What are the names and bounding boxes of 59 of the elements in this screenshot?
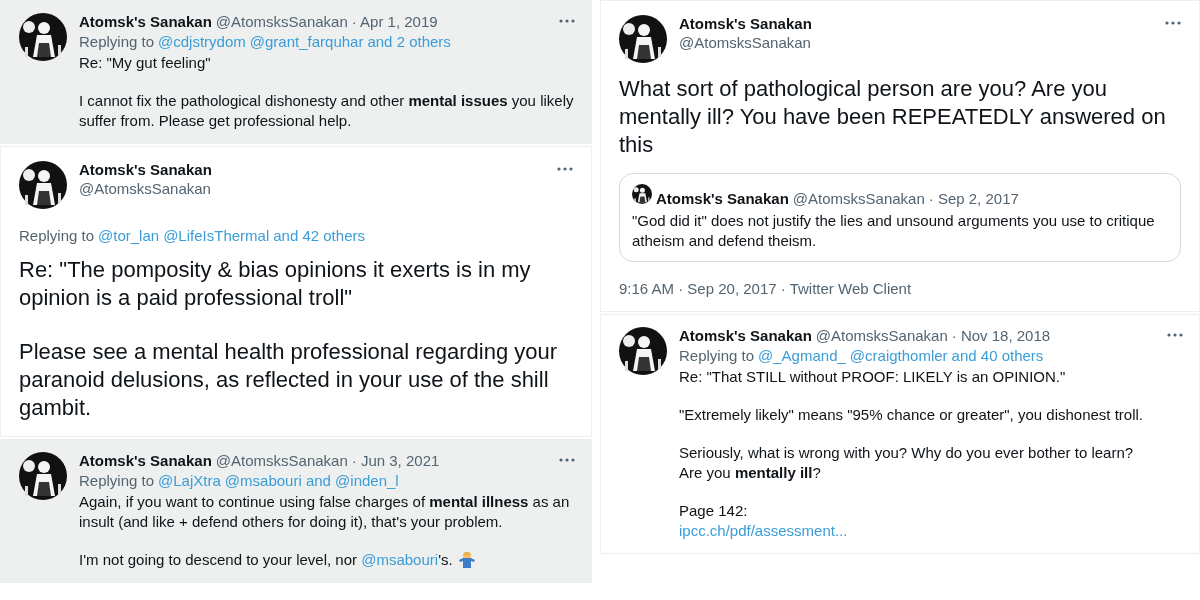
tweet-text: "Extremely likely" means "95% chance or greater", you dishonest troll.: [679, 405, 1144, 425]
avatar: [19, 13, 67, 61]
tweet-date[interactable]: · Apr 1, 2019: [351, 13, 438, 30]
quoted-tweet[interactable]: Atomsk's Sanakan @AtomsksSanakan · Sep 2, 2017 "God did it" does not justify the lies and unsound arguments you use to critique atheism and defend theism.: [619, 173, 1181, 262]
tweet-text: Re: "The pomposity & bias opinions it exerts is in my opinion is a paid professional troll": [19, 256, 532, 312]
mention-link[interactable]: and 42 others: [273, 227, 365, 244]
tweet-text: I cannot fix the pathological dishonesty and other mental issues you likely suffer from. Please get professional help.: [79, 91, 575, 131]
tweet-date[interactable]: · Nov 18, 2018: [951, 327, 1051, 344]
tweet-text: I'm not going to descend to your level, nor @msabouri's.: [79, 550, 575, 570]
author-name[interactable]: Atomsk's Sanakan: [679, 15, 812, 32]
mention-link[interactable]: @grant_farquhar: [249, 33, 364, 50]
shrugging-person-icon: [457, 550, 476, 568]
author-name[interactable]: Atomsk's Sanakan: [79, 452, 212, 469]
mention-link[interactable]: and 2 others: [367, 33, 451, 50]
link[interactable]: @msabouri: [361, 551, 439, 568]
author-name[interactable]: Atomsk's Sanakan: [656, 190, 789, 207]
tweet-text: Again, if you want to continue using false charges of mental illness as an insult (and like + defend others for doing it), that's your problem.: [79, 492, 571, 532]
author-handle: @AtomsksSanakan: [79, 180, 212, 197]
mention-link[interactable]: @msabouri and @inden_l: [224, 472, 399, 489]
author-name[interactable]: Atomsk's Sanakan: [679, 327, 812, 344]
more-options-icon[interactable]: [559, 19, 575, 23]
tweet-text: Seriously, what is wrong with you? Why do you ever bother to learn? Are you mentally ill?: [679, 443, 1135, 483]
author-handle: @AtomsksSanakan: [792, 190, 925, 207]
author-handle: @AtomsksSanakan: [215, 13, 348, 30]
avatar: [619, 15, 667, 63]
tweet-text: Re: "My gut feeling": [79, 53, 212, 73]
more-options-icon[interactable]: [559, 458, 575, 462]
author-name[interactable]: Atomsk's Sanakan: [79, 13, 212, 30]
replying-label: Replying to: [19, 227, 95, 244]
tweet-text: What sort of pathological person are you? Are you mentally ill? You have been REPEATEDLY answered on this: [619, 75, 1167, 159]
replying-label: Replying to: [79, 472, 155, 489]
replying-label: Replying to: [679, 347, 755, 364]
mention-link[interactable]: and 40 others: [951, 347, 1044, 364]
tweet-text: Page 142: ipcc.ch/pdf/assessment...: [679, 501, 849, 541]
mention-link[interactable]: @cdjstrydom: [158, 33, 246, 50]
mention-link[interactable]: @_Agmand_: [758, 347, 846, 364]
more-options-icon[interactable]: [557, 167, 573, 171]
avatar: [19, 452, 67, 500]
author-handle: @AtomsksSanakan: [815, 327, 948, 344]
author-handle: @AtomsksSanakan: [215, 452, 348, 469]
avatar: [619, 327, 667, 375]
mention-link[interactable]: @tor_lan: [98, 227, 160, 244]
author-handle: @AtomsksSanakan: [679, 34, 812, 51]
tweet-date[interactable]: · Sep 2, 2017: [928, 190, 1019, 207]
link[interactable]: ipcc.ch/pdf/assessment...: [679, 522, 848, 539]
tweet-text: Re: "That STILL without PROOF: LIKELY is an OPINION.": [679, 367, 1067, 387]
tweet-text: Please see a mental health professional regarding your paranoid delusions, as reflected in your use of the shill gambit.: [19, 338, 559, 422]
avatar: [19, 161, 67, 209]
tweet-timestamp: 9:16 AM · Sep 20, 2017 · Twitter Web Client: [619, 280, 913, 297]
mention-link[interactable]: @craigthomler: [849, 347, 948, 364]
avatar: [632, 184, 652, 204]
author-name[interactable]: Atomsk's Sanakan: [79, 161, 212, 178]
more-options-icon[interactable]: [1167, 333, 1183, 337]
replying-label: Replying to: [79, 33, 155, 50]
tweet-date[interactable]: · Jun 3, 2021: [351, 452, 440, 469]
mention-link[interactable]: @LifeIsThermal: [163, 227, 270, 244]
mention-link[interactable]: @LajXtra: [158, 472, 221, 489]
quoted-text: "God did it" does not justify the lies and unsound arguments you use to critique atheism and defend theism.: [632, 211, 1156, 251]
more-options-icon[interactable]: [1165, 21, 1181, 25]
